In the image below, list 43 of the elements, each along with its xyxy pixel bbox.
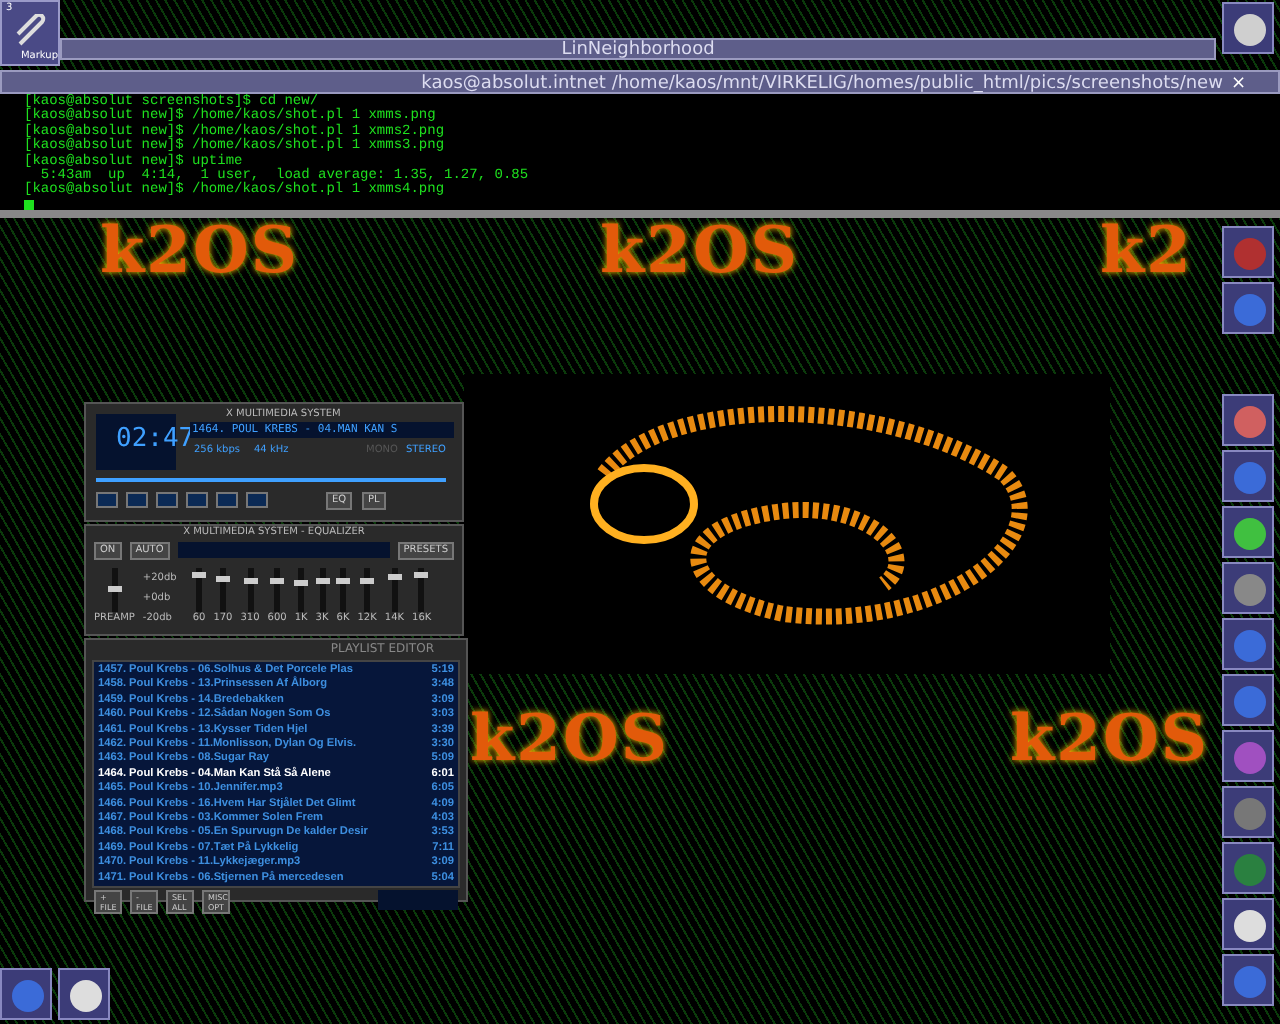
launcher-button[interactable]	[1222, 898, 1274, 950]
banner-text: k2OS	[600, 216, 799, 284]
eq-slider-knob[interactable]	[270, 578, 285, 585]
launcher-button[interactable]	[1222, 2, 1274, 54]
eq-slider-knob[interactable]	[336, 578, 350, 585]
banner-text: k2OS	[100, 216, 299, 284]
launcher-button[interactable]	[1222, 282, 1274, 334]
launcher-button[interactable]	[1222, 506, 1274, 558]
banner-text: k2OS	[470, 704, 669, 772]
eq-slider-knob[interactable]	[414, 572, 429, 579]
eq-slider-knob[interactable]	[360, 577, 375, 584]
eq-slider-knob[interactable]	[243, 578, 257, 585]
launcher-button[interactable]	[1222, 674, 1274, 726]
launcher-button[interactable]	[0, 968, 52, 1020]
close-button[interactable]: ×	[1230, 74, 1246, 94]
launcher-button[interactable]	[1222, 562, 1274, 614]
window-title: LinNeighborhood	[561, 40, 715, 60]
launcher-button[interactable]	[1222, 730, 1274, 782]
launcher-button[interactable]	[1222, 954, 1274, 1006]
eq-slider-knob[interactable]	[294, 579, 309, 586]
eject-button[interactable]	[246, 492, 268, 508]
paperclip-icon	[14, 14, 50, 50]
banner-text: k2	[1100, 216, 1193, 284]
eq-slider-knob[interactable]	[315, 578, 330, 585]
launcher-button[interactable]	[1222, 226, 1274, 278]
next-button[interactable]	[216, 492, 238, 508]
launcher-button[interactable]	[1222, 618, 1274, 670]
stop-button[interactable]	[186, 492, 208, 508]
eq-slider-knob[interactable]	[192, 572, 206, 579]
eq-slider-knob[interactable]	[387, 574, 402, 581]
launcher-button[interactable]	[58, 968, 110, 1020]
launcher-button[interactable]	[1222, 786, 1274, 838]
previous-button[interactable]	[96, 492, 118, 508]
time-readout: 02:47	[116, 422, 195, 458]
window-title: kaos@absolut.intnet /home/kaos/mnt/VIRKELIG/homes/public_html/pics/screenshots/new	[421, 74, 1223, 94]
launcher-button[interactable]	[1222, 394, 1274, 446]
launcher-button[interactable]	[1222, 842, 1274, 894]
launcher-button[interactable]	[1222, 450, 1274, 502]
play-button[interactable]	[126, 492, 148, 508]
banner-text: k2OS	[1010, 704, 1209, 772]
eq-slider-knob[interactable]	[215, 576, 230, 583]
pause-button[interactable]	[156, 492, 178, 508]
eq-slider-knob[interactable]	[107, 586, 122, 592]
